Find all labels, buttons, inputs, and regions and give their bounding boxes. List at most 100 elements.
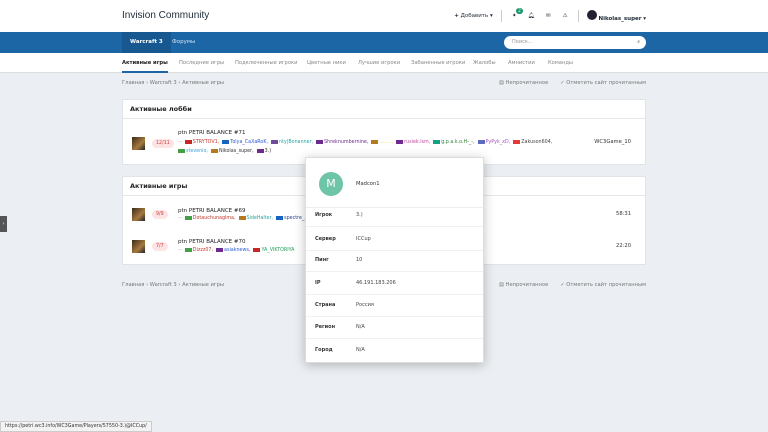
player-name[interactable]: Tolya_CaXaRoK, [230,140,268,145]
add-button[interactable]: + Добавить ▾ [454,13,493,19]
side-expand-tab[interactable]: › [0,216,7,232]
player-entry[interactable]: Tolya_CaXaRoK, [222,139,268,145]
player-name[interactable]: PyPyk_xD, [486,140,511,145]
divider [306,226,483,227]
player-name[interactable]: nty|Bonanner, [279,140,313,145]
player-entry[interactable]: Dotauchunaglma, [184,215,236,221]
flag-icon [222,139,230,144]
subtab-connected-players[interactable]: Подключенные игроки [235,53,298,73]
subtab-teams[interactable]: Команды [548,53,573,73]
player-entry[interactable]: spectre_, [276,215,306,221]
game-icon [132,137,145,150]
user-menu[interactable]: Nikolas_super ▾ [586,10,646,22]
activity-icon[interactable]: ✦ 2 [510,7,523,21]
player-name[interactable]: spectre_, [284,216,306,221]
subtab-colored-nicks[interactable]: Цветные ники [307,53,346,73]
player-entry[interactable]: 3.) [256,148,271,154]
player-name[interactable]: Madcon1 [356,181,380,187]
tab-forums[interactable]: Форумы [164,32,203,53]
subtab-recent-games[interactable]: Последние игры [179,53,224,73]
hovercard-label: Пинг [315,257,329,263]
hovercard-value: 46.191.183.206 [356,280,396,286]
player-entry[interactable]: nty|Bonanner, [271,139,313,145]
subtab-banned-players[interactable]: Забаненные игроки [411,53,465,73]
player-name[interactable]: 3.) [265,149,271,154]
player-hovercard: M Madcon1 Игрок 3.) Сервер ICCup Пинг 10 IP 46.… [305,157,484,363]
flag-icon [210,148,218,153]
player-entry[interactable]: YA_VIKTORIYA [253,247,294,253]
top-header: Invision Community + Добавить ▾ ✦ 2 🔔︎ ✉ … [0,0,768,32]
game-icon [132,240,145,253]
player-entry[interactable]: asiaknews, [216,247,250,253]
player-entry[interactable]: Shreknumbernine, [316,139,368,145]
player-entry[interactable]: g.p.a.k.o.H-_-, [433,139,475,145]
breadcrumb-actions-bottom: ▤ Непрочитанное ✓ Отметить сайт прочитан… [499,282,646,288]
breadcrumb-home[interactable]: Главная [122,80,144,86]
site-title[interactable]: Invision Community [122,10,209,21]
notif-badge: 2 [516,7,523,14]
mail-icon[interactable]: ✉ [544,12,553,21]
player-entry[interactable]: SideHalter, [238,215,274,221]
mark-read-link[interactable]: ✓ Отметить сайт прочитанным [560,282,646,288]
player-name[interactable]: SideHalter, [247,216,274,221]
hovercard-label: Город [315,347,333,353]
breadcrumb-section[interactable]: Warcraft 3 [150,282,177,288]
status-url: https://petri.wc3.info/WC3Game/Players/5… [0,421,152,432]
hovercard-value: Россия [356,302,374,308]
player-name[interactable]: Shreknumbernine, [324,140,368,145]
search-icon[interactable]: ⌕ [637,36,640,49]
player-name[interactable]: asiaknews, [224,248,250,253]
player-name[interactable]: STRYTOV1, [193,140,219,145]
divider [306,338,483,339]
flag-icon [396,139,404,144]
flag-icon [184,215,192,220]
player-name[interactable]: Dizzz07, [193,248,213,253]
player-entry[interactable]: PyPyk_xD, [477,139,511,145]
unread-link[interactable]: ▤ Непрочитанное [499,282,548,288]
player-name[interactable]: Zakuson604, [521,140,552,145]
mark-read-link[interactable]: ✓ Отметить сайт прочитанным [560,80,646,86]
divider [306,271,483,272]
subtab-amnesties[interactable]: Амнистии [508,53,535,73]
breadcrumb-section[interactable]: Warcraft 3 [150,80,177,86]
player-entry[interactable]: Nikolas_super, [210,148,254,154]
player-name[interactable]: YA_VIKTORIYA [261,248,294,253]
warning-icon[interactable]: ⚠ [561,12,570,21]
subtab-reports[interactable]: Жалобы [473,53,496,73]
player-name[interactable]: Dotauchunaglma, [193,216,236,221]
game-server: WC3Game_10 [594,139,631,145]
game-duration: 22:20 [616,243,631,249]
player-entry[interactable]: Dizzz07, [184,247,213,253]
sub-nav: Активные игры Последние игры Подключенны… [0,53,768,73]
flag-icon [184,247,192,252]
flag-icon [316,139,324,144]
game-name[interactable]: ptn PETRI BALANCE #70 [178,239,246,245]
player-name[interactable]: g.p.a.k.o.H-_-, [441,140,474,145]
divider [306,294,483,295]
player-entry[interactable]: Zakuson604, [513,139,552,145]
player-entry[interactable]: rusiek.lsm, [396,139,430,145]
hovercard-label: Страна [315,302,336,308]
player-name[interactable]: rusiek.lsm, [404,140,430,145]
player-name[interactable]: ........, [379,140,393,145]
breadcrumb-home[interactable]: Главная [122,282,144,288]
bell-icon[interactable]: 🔔︎ [527,12,536,21]
player-entry[interactable]: ........, [371,139,393,145]
subtab-best-players[interactable]: Лучшие игроки [358,53,400,73]
divider: — [178,248,183,253]
game-icon [132,208,145,221]
unread-link[interactable]: ▤ Непрочитанное [499,80,548,86]
player-entry[interactable]: stevenio, [178,148,208,154]
search-input[interactable]: Поиск... ⌕ [504,36,646,49]
player-entry[interactable]: STRYTOV1, [184,139,219,145]
breadcrumb-page: Активные игры [182,80,225,86]
breadcrumb: Главная › Warcraft 3 › Активные игры [122,80,225,86]
subtab-active-games[interactable]: Активные игры [122,53,168,73]
breadcrumb-bottom: Главная › Warcraft 3 › Активные игры [122,282,225,288]
game-name[interactable]: ptn PETRI BALANCE #71 [178,130,246,136]
player-name[interactable]: stevenio, [186,149,208,154]
header-actions: + Добавить ▾ ✦ 2 🔔︎ ✉ ⚠ Nikolas_super ▾ [454,7,646,24]
divider [500,10,502,22]
player-name[interactable]: Nikolas_super, [219,149,254,154]
hovercard-label: Сервер [315,236,336,242]
